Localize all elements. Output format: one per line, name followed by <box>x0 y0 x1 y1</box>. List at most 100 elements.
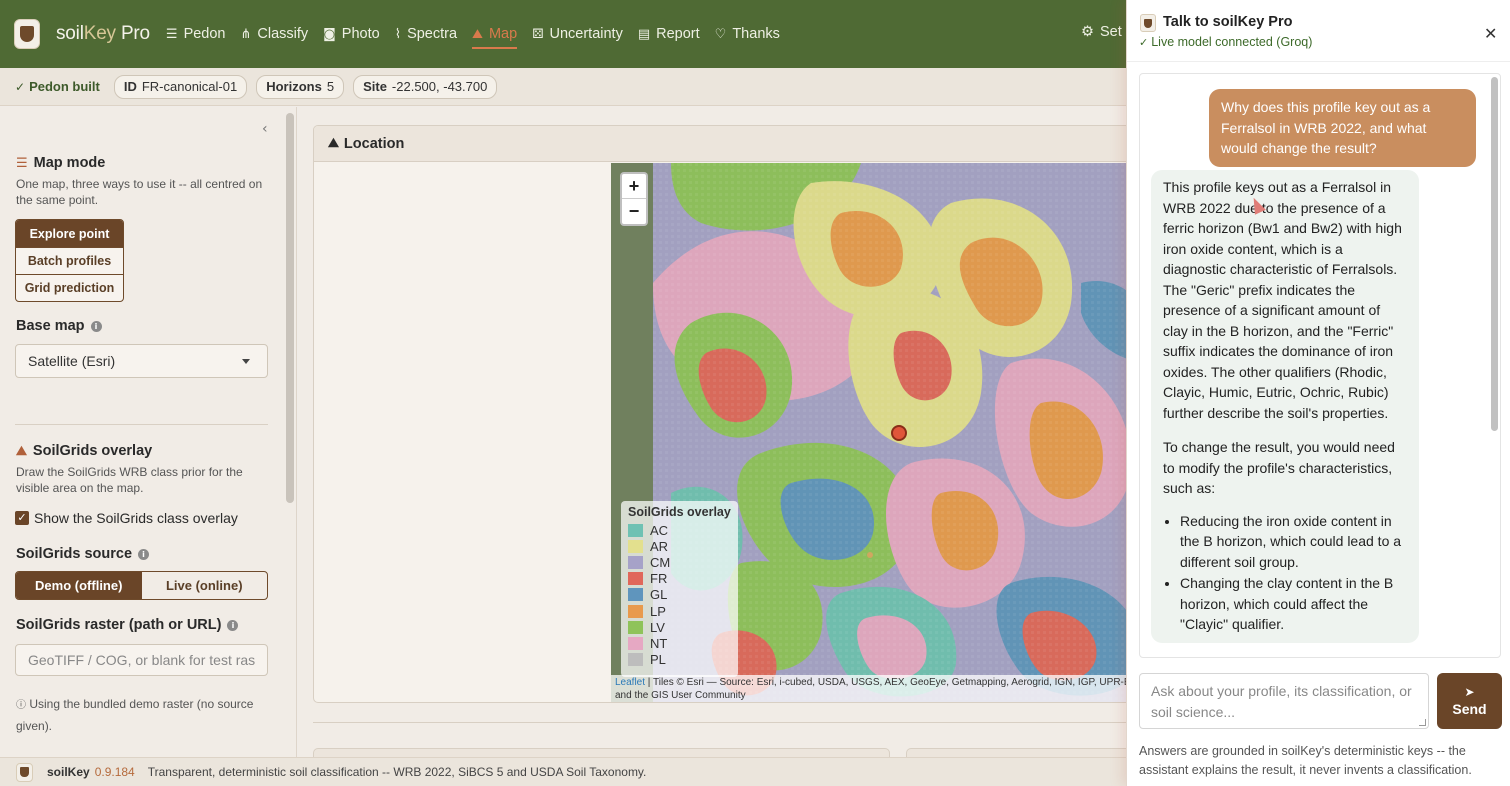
zoom-out-button[interactable]: − <box>622 199 646 224</box>
chat-scrollbar[interactable] <box>1491 77 1498 431</box>
map-attribution: Leaflet | Tiles © Esri — Source: Esri, i… <box>611 675 1128 702</box>
map-view[interactable]: + − SoilGrids overlay AC AR CM FR GL LP LV NT PL… <box>611 163 1128 702</box>
assistant-message: This profile keys out as a Ferralsol in … <box>1151 170 1419 643</box>
chat-input[interactable]: Ask about your profile, its classificati… <box>1139 673 1429 729</box>
legend-item: AR <box>628 538 731 554</box>
info-circle-icon: ⓘ <box>16 700 26 711</box>
location-card-header: ⛰ Location <box>314 126 1128 162</box>
layers-icon: ☰ <box>165 26 178 42</box>
dice-icon: ⚄ <box>532 26 544 42</box>
site-badge: Site -22.500, -43.700 <box>353 74 498 99</box>
soilgrids-source-label: SoilGrids source i <box>16 546 150 562</box>
nav-item-map[interactable]: ⛰ Map <box>472 19 518 49</box>
legend-item: AC <box>628 522 731 538</box>
heart-icon: ♡ <box>714 26 727 42</box>
paper-plane-icon: ➤ <box>1464 685 1475 699</box>
legend-swatch <box>628 620 643 634</box>
soilkey-logo-icon <box>1140 14 1156 32</box>
location-card: ⛰ Location + − SoilGrids overlay AC AR C… <box>313 125 1128 703</box>
grid-prediction-button[interactable]: Grid prediction <box>16 274 123 301</box>
soilkey-logo-icon <box>14 19 40 49</box>
nav-item-classify[interactable]: ⋔ Classify <box>241 19 309 49</box>
legend-swatch <box>628 588 643 602</box>
legend-label: AC <box>650 522 669 538</box>
demo-offline-option[interactable]: Demo (offline) <box>16 572 142 599</box>
lower-card <box>906 748 1128 757</box>
chat-title: Talk to soilKey Pro <box>1163 14 1293 30</box>
collapse-sidebar-icon[interactable]: ‹ <box>262 121 268 137</box>
pedon-id-badge: ID FR-canonical-01 <box>113 74 248 99</box>
info-icon[interactable]: i <box>90 320 102 332</box>
legend-label: GL <box>650 587 668 603</box>
zoom-in-button[interactable]: + <box>622 174 646 199</box>
file-icon: ▤ <box>637 26 651 42</box>
legend-item: CM <box>628 554 731 570</box>
explore-point-button[interactable]: Explore point <box>16 220 123 247</box>
legend-swatch <box>628 653 643 667</box>
map-icon: ⛰ <box>472 26 483 42</box>
map-mode-title: ☰ Map mode <box>16 155 106 171</box>
close-icon[interactable]: ✕ <box>1484 24 1497 43</box>
nav-item-label: Report <box>656 26 700 42</box>
nav-item-uncertainty[interactable]: ⚄ Uncertainty <box>532 19 623 49</box>
brand-name: soilKey Pro <box>56 23 150 44</box>
chat-connection-status: ✓ Live model connected (Groq) <box>1139 35 1313 49</box>
nav-item-photo[interactable]: ◙ Photo <box>323 19 380 49</box>
soilkey-logo-icon <box>16 762 33 782</box>
overlay-checkbox-row[interactable]: ✓ Show the SoilGrids class overlay <box>15 510 238 526</box>
nav-items: ☰ Pedon ⋔ Classify ◙ Photo ⌇ Spectra ⛰ Map ⚄ Uncert… <box>166 19 795 49</box>
legend-swatch <box>628 636 643 650</box>
brand[interactable]: soilKey Pro <box>14 19 150 49</box>
sidebar-scrollbar[interactable] <box>286 113 294 503</box>
demo-raster-note: ⓘ Using the bundled demo raster (no sour… <box>16 697 254 733</box>
assistant-list: Reducing the iron oxide content in the B… <box>1163 511 1407 635</box>
nav-item-label: Map <box>488 26 518 42</box>
info-icon[interactable]: i <box>227 619 239 631</box>
live-online-option[interactable]: Live (online) <box>142 572 268 599</box>
legend-swatch <box>628 604 643 618</box>
legend-label: PL <box>650 652 666 668</box>
gear-icon: ⚙ <box>1081 24 1094 40</box>
nav-item-spectra[interactable]: ⌇ Spectra <box>395 19 457 49</box>
legend-item: NT <box>628 635 731 651</box>
soilgrids-source-toggle: Demo (offline) Live (online) <box>15 571 268 600</box>
base-map-select[interactable]: Satellite (Esri) <box>15 344 268 378</box>
info-icon[interactable]: i <box>138 548 150 560</box>
assistant-paragraph: To change the result, you would need to … <box>1163 439 1395 496</box>
nav-settings[interactable]: ⚙ Set <box>1081 24 1122 40</box>
nav-item-label: Classify <box>257 26 309 42</box>
horizons-badge: Horizons 5 <box>256 74 345 99</box>
soilgrids-raster-input[interactable]: GeoTIFF / COG, or blank for test ras <box>15 644 268 676</box>
chat-messages[interactable]: Why does this profile key out as a Ferra… <box>1139 73 1501 658</box>
legend-swatch <box>628 572 643 586</box>
legend-item: PL <box>628 652 731 668</box>
nav-item-label: Photo <box>341 26 380 42</box>
resize-handle-icon[interactable] <box>1419 719 1426 726</box>
lower-card <box>313 748 890 757</box>
nav-item-label: Uncertainty <box>549 26 623 42</box>
nav-item-pedon[interactable]: ☰ Pedon <box>166 19 226 49</box>
chat-header: Talk to soilKey Pro ✓ Live model connecte… <box>1127 0 1510 62</box>
overlay-checkbox[interactable]: ✓ <box>15 511 29 525</box>
legend-item: GL <box>628 587 731 603</box>
nav-item-thanks[interactable]: ♡ Thanks <box>715 19 780 49</box>
nav-item-label: Spectra <box>407 26 458 42</box>
list-item: Changing the clay content in the B horiz… <box>1180 573 1407 635</box>
zoom-control: + − <box>620 172 648 226</box>
map-icon: ⛰ <box>16 443 27 459</box>
map-marked-icon: ⛰ <box>328 136 339 151</box>
legend-swatch <box>628 555 643 569</box>
legend-label: CM <box>650 554 671 570</box>
nav-item-report[interactable]: ▤ Report <box>638 19 700 49</box>
leaflet-link[interactable]: Leaflet <box>615 677 645 688</box>
check-circle-icon: ✓ <box>15 79 26 94</box>
legend-item: FR <box>628 571 731 587</box>
send-button[interactable]: ➤ Send <box>1437 673 1502 729</box>
batch-profiles-button[interactable]: Batch profiles <box>16 247 123 274</box>
soilgrids-legend: SoilGrids overlay AC AR CM FR GL LP LV NT PL <box>621 501 738 677</box>
check-circle-icon: ✓ <box>1139 35 1149 49</box>
legend-label: LV <box>650 619 665 635</box>
legend-label: FR <box>650 571 668 587</box>
divider <box>15 424 268 425</box>
legend-swatch <box>628 539 643 553</box>
